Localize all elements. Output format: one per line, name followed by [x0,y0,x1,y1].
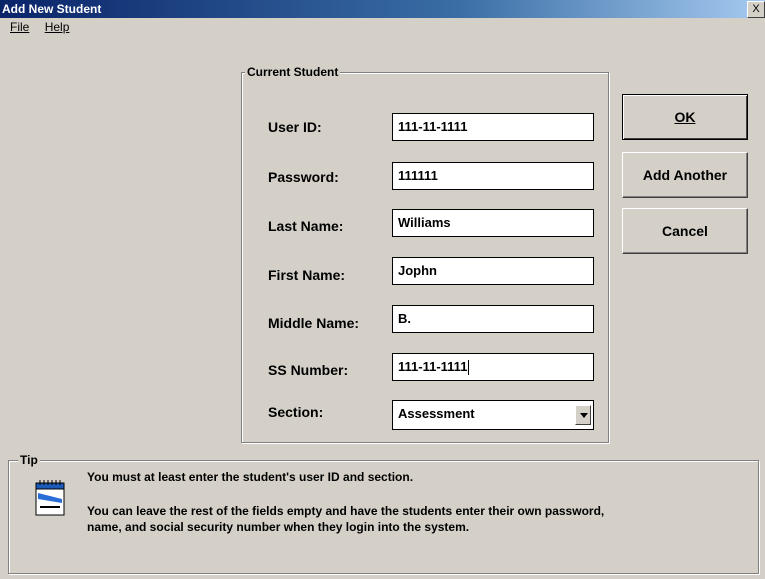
menu-help-label: Help [44,20,70,34]
ss-number-label: SS Number: [268,362,349,378]
section-label: Section: [268,404,324,420]
last-name-field[interactable]: Williams [392,209,594,237]
password-field[interactable]: 111111 [392,162,594,190]
tip-line-3: name, and social security number when th… [87,520,470,534]
tip-line-1: You must at least enter the student's us… [87,470,414,484]
add-another-button[interactable]: Add Another [622,152,748,198]
text-cursor [468,360,470,376]
middle-name-field[interactable]: B. [392,305,594,333]
section-value: Assessment [398,406,475,421]
chevron-down-icon[interactable] [575,405,591,425]
password-label: Password: [268,169,339,185]
tip-line-2: You can leave the rest of the fields emp… [87,504,605,518]
menu-file-label: File [10,20,30,34]
user-id-value: 111-11-1111 [398,119,468,134]
tip-title: Tip [18,453,40,467]
user-id-label: User ID: [268,119,322,135]
first-name-value: Jophn [398,263,437,278]
middle-name-label: Middle Name: [268,315,360,331]
ok-button-label: OK [674,109,696,125]
password-value: 111111 [398,168,438,183]
title-bar: Add New Student X [0,0,765,18]
last-name-value: Williams [398,215,451,230]
menu-help[interactable]: Help [45,20,70,34]
cancel-button-label: Cancel [662,223,708,239]
first-name-label: First Name: [268,267,346,283]
ok-button[interactable]: OK [622,94,748,140]
ss-number-field[interactable]: 111-11-1111 [392,353,594,381]
notepad-icon [35,480,65,516]
cancel-button[interactable]: Cancel [622,208,748,254]
window-title: Add New Student [2,2,102,16]
first-name-field[interactable]: Jophn [392,257,594,285]
section-select[interactable]: Assessment [392,400,594,430]
menu-file[interactable]: File [10,20,29,34]
user-id-field[interactable]: 111-11-1111 [392,113,594,141]
last-name-label: Last Name: [268,218,344,234]
middle-name-value: B. [398,311,411,326]
close-button[interactable]: X [747,1,765,18]
menu-bar: File Help [0,18,765,36]
add-another-button-label: Add Another [642,167,728,183]
ss-number-value: 111-11-1111 [398,359,468,374]
current-student-title: Current Student [245,65,341,79]
close-icon: X [752,3,760,15]
